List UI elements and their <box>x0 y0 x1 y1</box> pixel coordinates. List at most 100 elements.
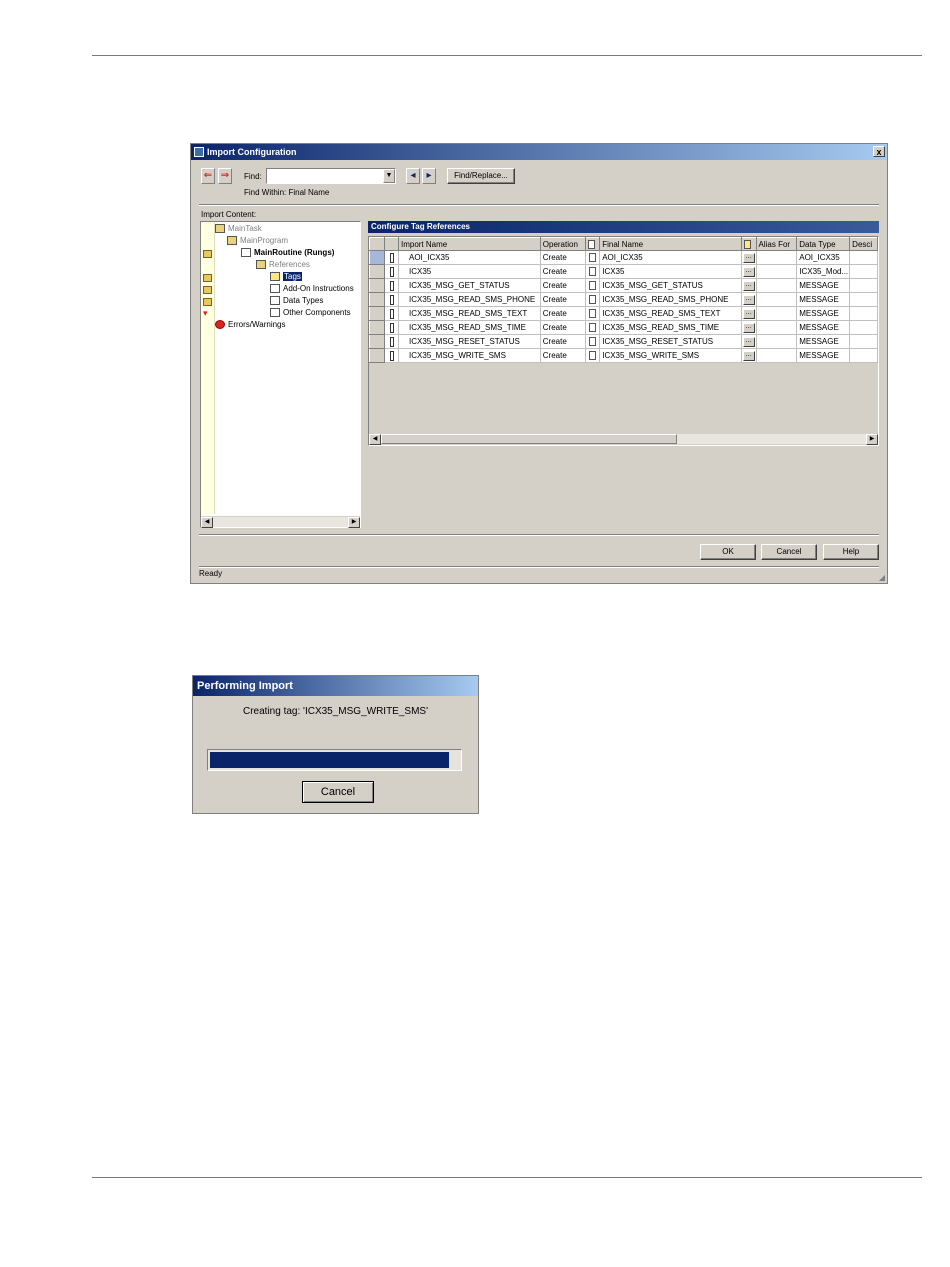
tree-item-mainprogram[interactable]: MainProgram <box>227 236 288 246</box>
find-next-icon[interactable]: ▸ <box>422 168 436 184</box>
operation-cell[interactable]: Create <box>540 278 587 293</box>
scroll-left-icon[interactable]: ◀ <box>201 517 213 528</box>
scroll-right-icon[interactable]: ▶ <box>348 517 360 528</box>
column-final-name[interactable]: Final Name <box>599 237 742 251</box>
alias-for-cell[interactable] <box>756 250 798 265</box>
column-alias-for[interactable]: Alias For <box>755 237 798 251</box>
column-operation[interactable]: Operation <box>539 237 587 251</box>
row-selector[interactable] <box>369 306 386 321</box>
operation-cell[interactable]: Create <box>540 250 587 265</box>
operation-cell[interactable]: Create <box>540 348 587 363</box>
row-selector[interactable] <box>369 348 386 363</box>
description-cell[interactable] <box>849 264 878 279</box>
scroll-left-icon[interactable]: ◀ <box>369 434 381 445</box>
table-row[interactable]: ICX35_MSG_READ_SMS_TEXT Create ICX35_MSG_R… <box>369 306 878 321</box>
row-selector[interactable] <box>369 334 386 349</box>
find-replace-button[interactable]: Find/Replace... <box>447 168 515 184</box>
browse-button[interactable]: ... <box>741 264 757 279</box>
ellipsis-icon[interactable]: ... <box>742 350 755 361</box>
description-cell[interactable] <box>849 348 878 363</box>
chevron-down-icon[interactable]: ▼ <box>383 169 395 183</box>
tree-item-references[interactable]: References <box>256 260 310 270</box>
tree-item-add-on-instructions[interactable]: Add-On Instructions <box>270 284 354 294</box>
ellipsis-icon[interactable]: ... <box>742 266 755 277</box>
description-cell[interactable] <box>849 306 878 321</box>
tree-horizontal-scrollbar[interactable]: ◀ ▶ <box>201 516 360 528</box>
row-selector[interactable] <box>369 278 386 293</box>
final-name-cell[interactable]: ICX35_MSG_READ_SMS_PHONE <box>599 292 742 307</box>
operation-cell[interactable]: Create <box>540 292 587 307</box>
alias-for-cell[interactable] <box>756 348 798 363</box>
alias-for-cell[interactable] <box>756 306 798 321</box>
row-selector[interactable] <box>369 292 386 307</box>
final-name-cell[interactable]: ICX35_MSG_GET_STATUS <box>599 278 742 293</box>
scroll-thumb[interactable] <box>381 434 677 444</box>
ellipsis-icon[interactable]: ... <box>742 336 755 347</box>
browse-button[interactable]: ... <box>741 306 757 321</box>
browse-button[interactable]: ... <box>741 292 757 307</box>
alias-for-cell[interactable] <box>756 264 798 279</box>
help-button[interactable]: Help <box>823 544 879 560</box>
alias-for-cell[interactable] <box>756 292 798 307</box>
import-content-tree[interactable]: ▾ MainTask MainProgram MainRoutine (Rung… <box>200 221 361 528</box>
table-row[interactable]: ICX35_MSG_RESET_STATUS Create ICX35_MSG_RE… <box>369 334 878 349</box>
table-row[interactable]: ICX35 Create ICX35... ICX35_Mod... <box>369 264 878 279</box>
table-row[interactable]: ICX35_MSG_READ_SMS_TIME Create ICX35_MSG_R… <box>369 320 878 335</box>
column-description[interactable]: Desci <box>849 237 878 251</box>
operation-cell[interactable]: Create <box>540 264 587 279</box>
operation-cell[interactable]: Create <box>540 320 587 335</box>
scroll-right-icon[interactable]: ▶ <box>866 434 878 445</box>
description-cell[interactable] <box>849 292 878 307</box>
tree-item-data-types[interactable]: Data Types <box>270 296 323 306</box>
final-name-cell[interactable]: ICX35 <box>599 264 742 279</box>
browse-button[interactable]: ... <box>741 334 757 349</box>
window-titlebar[interactable]: Import Configuration x <box>191 144 887 160</box>
cancel-button[interactable]: Cancel <box>761 544 817 560</box>
browse-button[interactable]: ... <box>741 278 757 293</box>
final-name-cell[interactable]: ICX35_MSG_RESET_STATUS <box>599 334 742 349</box>
alias-for-cell[interactable] <box>756 334 798 349</box>
description-cell[interactable] <box>849 334 878 349</box>
operation-cell[interactable]: Create <box>540 334 587 349</box>
tree-item-maintask[interactable]: MainTask <box>215 224 262 234</box>
final-name-cell[interactable]: AOI_ICX35 <box>599 250 742 265</box>
ellipsis-icon[interactable]: ... <box>742 252 755 263</box>
find-combobox[interactable]: ▼ <box>266 168 396 184</box>
operation-cell[interactable]: Create <box>540 306 587 321</box>
browse-button[interactable]: ... <box>741 320 757 335</box>
row-selector[interactable] <box>369 320 386 335</box>
collapse-arrow-icon[interactable]: ⇐ <box>201 168 215 184</box>
final-name-cell[interactable]: ICX35_MSG_READ_SMS_TIME <box>599 320 742 335</box>
description-cell[interactable] <box>849 250 878 265</box>
description-cell[interactable] <box>849 278 878 293</box>
row-selector[interactable] <box>369 250 386 265</box>
table-row[interactable]: ICX35_MSG_WRITE_SMS Create ICX35_MSG_WRITE… <box>369 348 878 363</box>
table-row[interactable]: AOI_ICX35 Create AOI_ICX35... AOI_ICX35 <box>369 250 878 265</box>
close-button[interactable]: x <box>873 146 885 157</box>
ellipsis-icon[interactable]: ... <box>742 280 755 291</box>
column-data-type[interactable]: Data Type <box>796 237 851 251</box>
alias-for-cell[interactable] <box>756 278 798 293</box>
column-import-name[interactable]: Import Name <box>397 237 541 251</box>
browse-button[interactable]: ... <box>741 348 757 363</box>
tree-item-tags[interactable]: Tags <box>270 272 302 282</box>
find-previous-icon[interactable]: ◂ <box>406 168 420 184</box>
row-selector[interactable] <box>369 264 386 279</box>
final-name-cell[interactable]: ICX35_MSG_READ_SMS_TEXT <box>599 306 742 321</box>
ellipsis-icon[interactable]: ... <box>742 322 755 333</box>
final-name-cell[interactable]: ICX35_MSG_WRITE_SMS <box>599 348 742 363</box>
tree-item-mainroutine[interactable]: MainRoutine (Rungs) <box>241 248 334 258</box>
grid-horizontal-scrollbar[interactable]: ◀ ▶ <box>369 433 878 445</box>
tag-references-grid[interactable]: Import Name Operation Final Name Alias F… <box>368 236 879 446</box>
tree-item-other-components[interactable]: Other Components <box>270 308 351 318</box>
ellipsis-icon[interactable]: ... <box>742 294 755 305</box>
browse-button[interactable]: ... <box>741 250 757 265</box>
ok-button[interactable]: OK <box>700 544 756 560</box>
resize-grip-icon[interactable]: ◢ <box>879 573 885 582</box>
tree-item-errors-warnings[interactable]: Errors/Warnings <box>215 320 286 330</box>
ellipsis-icon[interactable]: ... <box>742 308 755 319</box>
description-cell[interactable] <box>849 320 878 335</box>
table-row[interactable]: ICX35_MSG_READ_SMS_PHONE Create ICX35_MSG_… <box>369 292 878 307</box>
alias-for-cell[interactable] <box>756 320 798 335</box>
progress-cancel-button[interactable]: Cancel <box>302 781 374 803</box>
